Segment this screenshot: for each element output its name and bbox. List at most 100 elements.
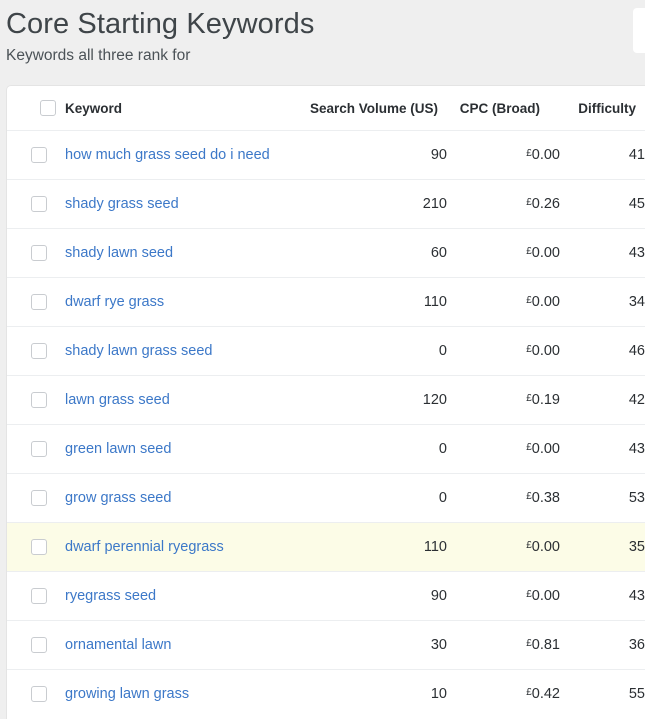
row-checkbox[interactable] bbox=[31, 587, 47, 604]
row-checkbox[interactable] bbox=[31, 391, 47, 408]
keyword-link[interactable]: lawn grass seed bbox=[65, 392, 170, 408]
difficulty-cell: 53 bbox=[628, 490, 645, 506]
keyword-cell: how much grass seed do i need bbox=[65, 131, 310, 180]
search-volume-cell: 30 bbox=[430, 637, 447, 653]
search-volume-cell: 120 bbox=[422, 392, 447, 408]
cpc-cell: £0.81 bbox=[447, 621, 560, 670]
column-header-cpc[interactable]: CPC (Broad) bbox=[447, 86, 560, 131]
difficulty-cell: 55 bbox=[628, 686, 645, 703]
table-row[interactable]: lawn grass seed 120 £0.19 42 bbox=[7, 375, 645, 425]
select-all-checkbox[interactable] bbox=[40, 100, 56, 117]
cpc-value: 0.00 bbox=[531, 294, 560, 310]
row-select-cell bbox=[7, 474, 65, 523]
row-checkbox[interactable] bbox=[31, 686, 47, 703]
keyword-cell: ryegrass seed bbox=[65, 572, 310, 621]
keyword-cell: shady lawn grass seed bbox=[65, 327, 310, 376]
search-volume-cell: 210 bbox=[422, 196, 447, 212]
cpc-cell: £0.19 bbox=[447, 376, 560, 425]
keyword-link[interactable]: shady grass seed bbox=[65, 196, 179, 212]
row-checkbox[interactable] bbox=[31, 636, 47, 653]
difficulty-cell: 36 bbox=[628, 637, 645, 653]
difficulty-cell: 34 bbox=[628, 294, 645, 310]
table-row[interactable]: shady lawn seed 60 £0.00 43 bbox=[7, 228, 645, 278]
keyword-link[interactable]: shady lawn grass seed bbox=[65, 343, 213, 359]
column-header-difficulty[interactable]: Difficulty bbox=[560, 86, 645, 131]
keyword-link[interactable]: ryegrass seed bbox=[65, 588, 156, 604]
table-row[interactable]: grow grass seed 0 £0.38 53 bbox=[7, 473, 645, 523]
keyword-link[interactable]: grow grass seed bbox=[65, 490, 171, 506]
difficulty-cell: 43 bbox=[628, 245, 645, 261]
cpc-cell: £0.26 bbox=[447, 180, 560, 229]
difficulty-cell: 45 bbox=[628, 196, 645, 212]
keyword-link[interactable]: dwarf rye grass bbox=[65, 294, 164, 310]
table-row[interactable]: shady grass seed 210 £0.26 45 bbox=[7, 179, 645, 229]
keyword-link[interactable]: how much grass seed do i need bbox=[65, 147, 270, 163]
cpc-cell: £0.42 bbox=[447, 670, 560, 719]
cpc-cell: £0.00 bbox=[447, 425, 560, 474]
row-checkbox[interactable] bbox=[31, 489, 47, 506]
row-select-cell bbox=[7, 670, 65, 719]
difficulty-cell: 42 bbox=[628, 392, 645, 408]
keyword-link[interactable]: growing lawn grass bbox=[65, 686, 189, 702]
difficulty-cell: 43 bbox=[628, 441, 645, 457]
keyword-cell: dwarf perennial ryegrass bbox=[65, 523, 310, 572]
cpc-value: 0.00 bbox=[531, 343, 560, 359]
table-row[interactable]: growing lawn grass 10 £0.42 55 bbox=[7, 669, 645, 719]
table-row[interactable]: green lawn seed 0 £0.00 43 bbox=[7, 424, 645, 474]
cpc-value: 0.00 bbox=[531, 147, 560, 163]
table-row[interactable]: ornamental lawn 30 £0.81 36 bbox=[7, 620, 645, 670]
table-row[interactable]: dwarf perennial ryegrass 110 £0.00 35 bbox=[7, 522, 645, 572]
row-select-cell bbox=[7, 425, 65, 474]
table-row[interactable]: how much grass seed do i need 90 £0.00 41 bbox=[7, 131, 645, 180]
row-checkbox[interactable] bbox=[31, 342, 47, 359]
keyword-cell: shady lawn seed bbox=[65, 229, 310, 278]
keyword-link[interactable]: dwarf perennial ryegrass bbox=[65, 539, 224, 555]
keyword-cell: dwarf rye grass bbox=[65, 278, 310, 327]
keyword-link[interactable]: ornamental lawn bbox=[65, 637, 171, 653]
column-header-keyword[interactable]: Keyword bbox=[65, 86, 310, 131]
cpc-cell: £0.38 bbox=[447, 474, 560, 523]
difficulty-cell: 41 bbox=[628, 147, 645, 163]
search-volume-cell: 0 bbox=[438, 490, 447, 506]
difficulty-cell: 43 bbox=[628, 588, 645, 604]
cpc-value: 0.81 bbox=[531, 637, 560, 653]
cpc-cell: £0.00 bbox=[447, 572, 560, 621]
keyword-cell: grow grass seed bbox=[65, 474, 310, 523]
column-header-search-volume[interactable]: Search Volume (US) bbox=[310, 86, 447, 131]
row-select-cell bbox=[7, 376, 65, 425]
cpc-cell: £0.00 bbox=[447, 278, 560, 327]
row-checkbox[interactable] bbox=[31, 538, 47, 555]
row-select-cell bbox=[7, 327, 65, 376]
keyword-cell: ornamental lawn bbox=[65, 621, 310, 670]
table-row[interactable]: ryegrass seed 90 £0.00 43 bbox=[7, 571, 645, 621]
row-checkbox[interactable] bbox=[31, 293, 47, 310]
keyword-link[interactable]: shady lawn seed bbox=[65, 245, 173, 261]
cpc-cell: £0.00 bbox=[447, 131, 560, 180]
search-volume-cell: 110 bbox=[423, 294, 447, 310]
page-subtitle: Keywords all three rank for bbox=[6, 47, 191, 64]
search-volume-cell: 90 bbox=[430, 588, 447, 604]
page-title: Core Starting Keywords bbox=[6, 8, 315, 40]
row-select-cell bbox=[7, 621, 65, 670]
row-select-cell bbox=[7, 278, 65, 327]
table-row[interactable]: dwarf rye grass 110 £0.00 34 bbox=[7, 277, 645, 327]
page-header: Core Starting Keywords Keywords all thre… bbox=[0, 0, 645, 67]
cpc-value: 0.26 bbox=[531, 196, 560, 212]
row-checkbox[interactable] bbox=[31, 440, 47, 457]
row-checkbox[interactable] bbox=[31, 146, 47, 163]
cpc-value: 0.38 bbox=[531, 490, 560, 506]
row-checkbox[interactable] bbox=[31, 195, 47, 212]
keyword-link[interactable]: green lawn seed bbox=[65, 441, 171, 457]
row-checkbox[interactable] bbox=[31, 244, 47, 261]
cpc-value: 0.19 bbox=[531, 392, 560, 408]
difficulty-cell: 35 bbox=[628, 539, 645, 555]
cpc-value: 0.00 bbox=[531, 539, 560, 555]
table-row[interactable]: shady lawn grass seed 0 £0.00 46 bbox=[7, 326, 645, 376]
search-volume-cell: 0 bbox=[438, 441, 447, 457]
keyword-cell: growing lawn grass bbox=[65, 670, 310, 719]
select-all-header bbox=[7, 86, 65, 131]
cpc-value: 0.00 bbox=[531, 588, 560, 604]
cpc-cell: £0.00 bbox=[447, 327, 560, 376]
search-volume-cell: 90 bbox=[430, 147, 447, 163]
cpc-value: 0.00 bbox=[531, 441, 560, 457]
